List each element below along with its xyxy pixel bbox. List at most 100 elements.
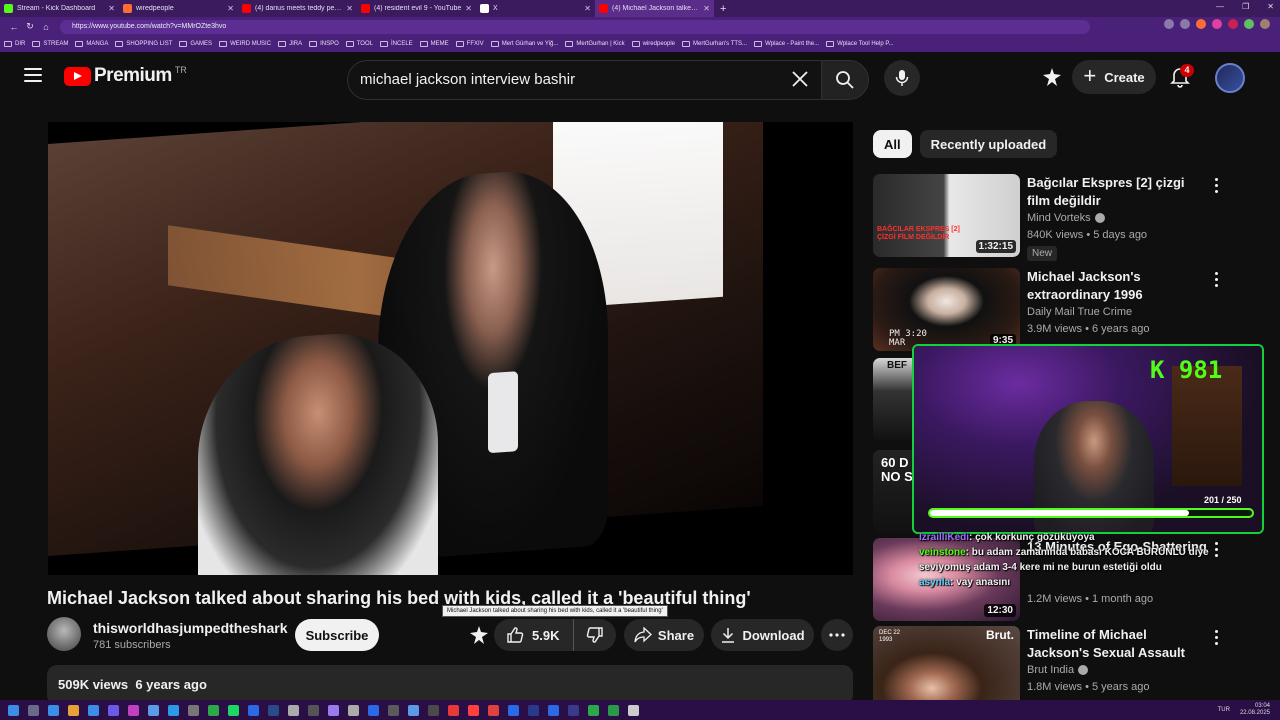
extension-icon[interactable] [1244,19,1254,29]
tab-close-icon[interactable]: ✕ [703,4,710,13]
taskbar-app-icon[interactable] [188,704,199,716]
taskbar-app-icon[interactable] [268,704,279,716]
tab-close-icon[interactable]: ✕ [346,4,353,13]
taskbar-app-icon[interactable] [628,704,639,716]
related-thumbnail[interactable]: 60 D NO S [873,450,913,533]
tab-close-icon[interactable]: ✕ [108,4,115,13]
bookmark-item[interactable]: wiredpeople [631,41,675,47]
minimize-icon[interactable]: — [1216,2,1224,11]
clear-search-icon[interactable] [790,69,810,89]
browser-tab[interactable]: wiredpeople ✕ [119,0,238,17]
taskbar-app-icon[interactable] [408,704,419,716]
more-vertical-icon[interactable] [1215,178,1219,196]
related-video-item[interactable]: DEC 22 1993 Brut. Timeline of Michael Jac… [873,626,1233,710]
profile-icon[interactable] [1260,19,1270,29]
back-icon[interactable]: ← [6,22,22,32]
taskbar-app-icon[interactable] [428,704,439,716]
account-avatar[interactable] [1215,63,1245,93]
extension-icon[interactable] [1164,19,1174,29]
taskbar-app-icon[interactable] [468,704,479,716]
taskbar-app-icon[interactable] [208,704,219,716]
search-button[interactable] [821,60,869,100]
channel-name[interactable]: thisworldhasjumpedtheshark [93,620,287,636]
taskbar-app-icon[interactable] [528,704,539,716]
taskbar-app-icon[interactable] [248,704,259,716]
share-button[interactable]: Share [624,619,704,651]
taskbar-app-icon[interactable] [108,704,119,716]
bookmark-item[interactable]: İNCELE [379,41,413,47]
taskbar-app-icon[interactable] [568,704,579,716]
taskbar-app-icon[interactable] [148,704,159,716]
home-icon[interactable]: ⌂ [38,22,54,32]
browser-tab[interactable]: Stream - Kick Dashboard ✕ [0,0,119,17]
more-vertical-icon[interactable] [1215,272,1219,290]
subscribe-button[interactable]: Subscribe [295,619,379,651]
video-player[interactable] [48,122,853,575]
chip-all[interactable]: All [873,130,912,158]
ask-ai-button-icon[interactable] [468,624,490,646]
more-vertical-icon[interactable] [1215,630,1219,648]
like-button[interactable]: 5.9K [494,619,574,651]
bookmark-item[interactable]: MANGA [75,41,108,47]
download-button[interactable]: Download [711,619,814,651]
close-window-icon[interactable]: ✕ [1267,2,1274,11]
taskbar-app-icon[interactable] [288,704,299,716]
taskbar-app-icon[interactable] [88,704,99,716]
bookmark-item[interactable]: MertGurhan's TTS... [682,41,747,47]
bookmark-item[interactable]: WEIRD MUSIC [219,41,271,47]
bookmark-item[interactable]: STREAM [32,41,68,47]
hamburger-menu-icon[interactable] [24,68,42,82]
extension-icon[interactable] [1180,19,1190,29]
new-tab-button[interactable]: + [720,3,726,15]
taskbar-app-icon[interactable] [328,704,339,716]
taskbar-app-icon[interactable] [388,704,399,716]
taskbar-app-icon[interactable] [128,704,139,716]
taskbar-app-icon[interactable] [28,704,39,716]
browser-tab[interactable]: (4) darius meets teddy perkins sc...✕ [238,0,357,17]
taskbar-app-icon[interactable] [588,704,599,716]
bookmark-item[interactable]: Mert Gürhan ve Yiğ... [490,41,558,47]
extension-icon[interactable] [1196,19,1206,29]
dislike-button[interactable] [574,619,616,651]
taskbar-app-icon[interactable] [448,704,459,716]
taskbar-app-icon[interactable] [488,704,499,716]
extension-icon[interactable] [1212,19,1222,29]
search-input[interactable] [360,68,760,90]
taskbar-app-icon[interactable] [228,704,239,716]
bookmark-item[interactable]: MEME [419,41,449,47]
tab-close-icon[interactable]: ✕ [227,4,234,13]
bookmark-item[interactable]: DIR [4,41,25,47]
taskbar-app-icon[interactable] [68,704,79,716]
browser-tab[interactable]: (4) resident evil 9 - YouTube ✕ [357,0,476,17]
browser-tab[interactable]: (4) Michael Jackson talked a... ✕ [595,0,714,17]
voice-search-button[interactable] [884,60,920,96]
reload-icon[interactable]: ↻ [22,21,38,32]
related-thumbnail[interactable]: BAĞCILAR EKSPRES [2] ÇİZGİ FİLM DEĞİLDİR … [873,174,1020,257]
maximize-icon[interactable]: ❐ [1242,2,1249,11]
bookmark-item[interactable]: GAMES [179,41,212,47]
taskbar-app-icon[interactable] [48,704,59,716]
bookmark-item[interactable]: FFXIV [455,41,484,47]
ask-ai-icon[interactable] [1041,66,1063,88]
taskbar-app-icon[interactable] [168,704,179,716]
bookmark-item[interactable]: SHOPPING LIST [115,41,172,47]
youtube-logo[interactable]: Premium TR [64,65,187,87]
tab-close-icon[interactable]: ✕ [584,4,591,13]
taskbar-app-icon[interactable] [368,704,379,716]
chip-recently-uploaded[interactable]: Recently uploaded [919,130,1058,158]
taskbar-app-icon[interactable] [548,704,559,716]
taskbar-app-icon[interactable] [508,704,519,716]
taskbar-app-icon[interactable] [308,704,319,716]
related-video-item[interactable]: BAĞCILAR EKSPRES [2] ÇİZGİ FİLM DEĞİLDİR … [873,174,1233,261]
more-actions-button[interactable] [821,619,853,651]
related-thumbnail[interactable]: PM 3:20 MAR 9:35 [873,268,1020,351]
taskbar-app-icon[interactable] [8,704,19,716]
url-field[interactable]: https://www.youtube.com/watch?v=MMrOZte3… [60,19,1090,34]
bookmark-item[interactable]: INSPO [309,41,339,47]
taskbar-app-icon[interactable] [608,704,619,716]
related-thumbnail[interactable]: DEC 22 1993 Brut. [873,626,1020,709]
extension-icon[interactable] [1228,19,1238,29]
bookmark-item[interactable]: MertGurhan | Kick [565,41,625,47]
tab-close-icon[interactable]: ✕ [465,4,472,13]
taskbar-app-icon[interactable] [348,704,359,716]
